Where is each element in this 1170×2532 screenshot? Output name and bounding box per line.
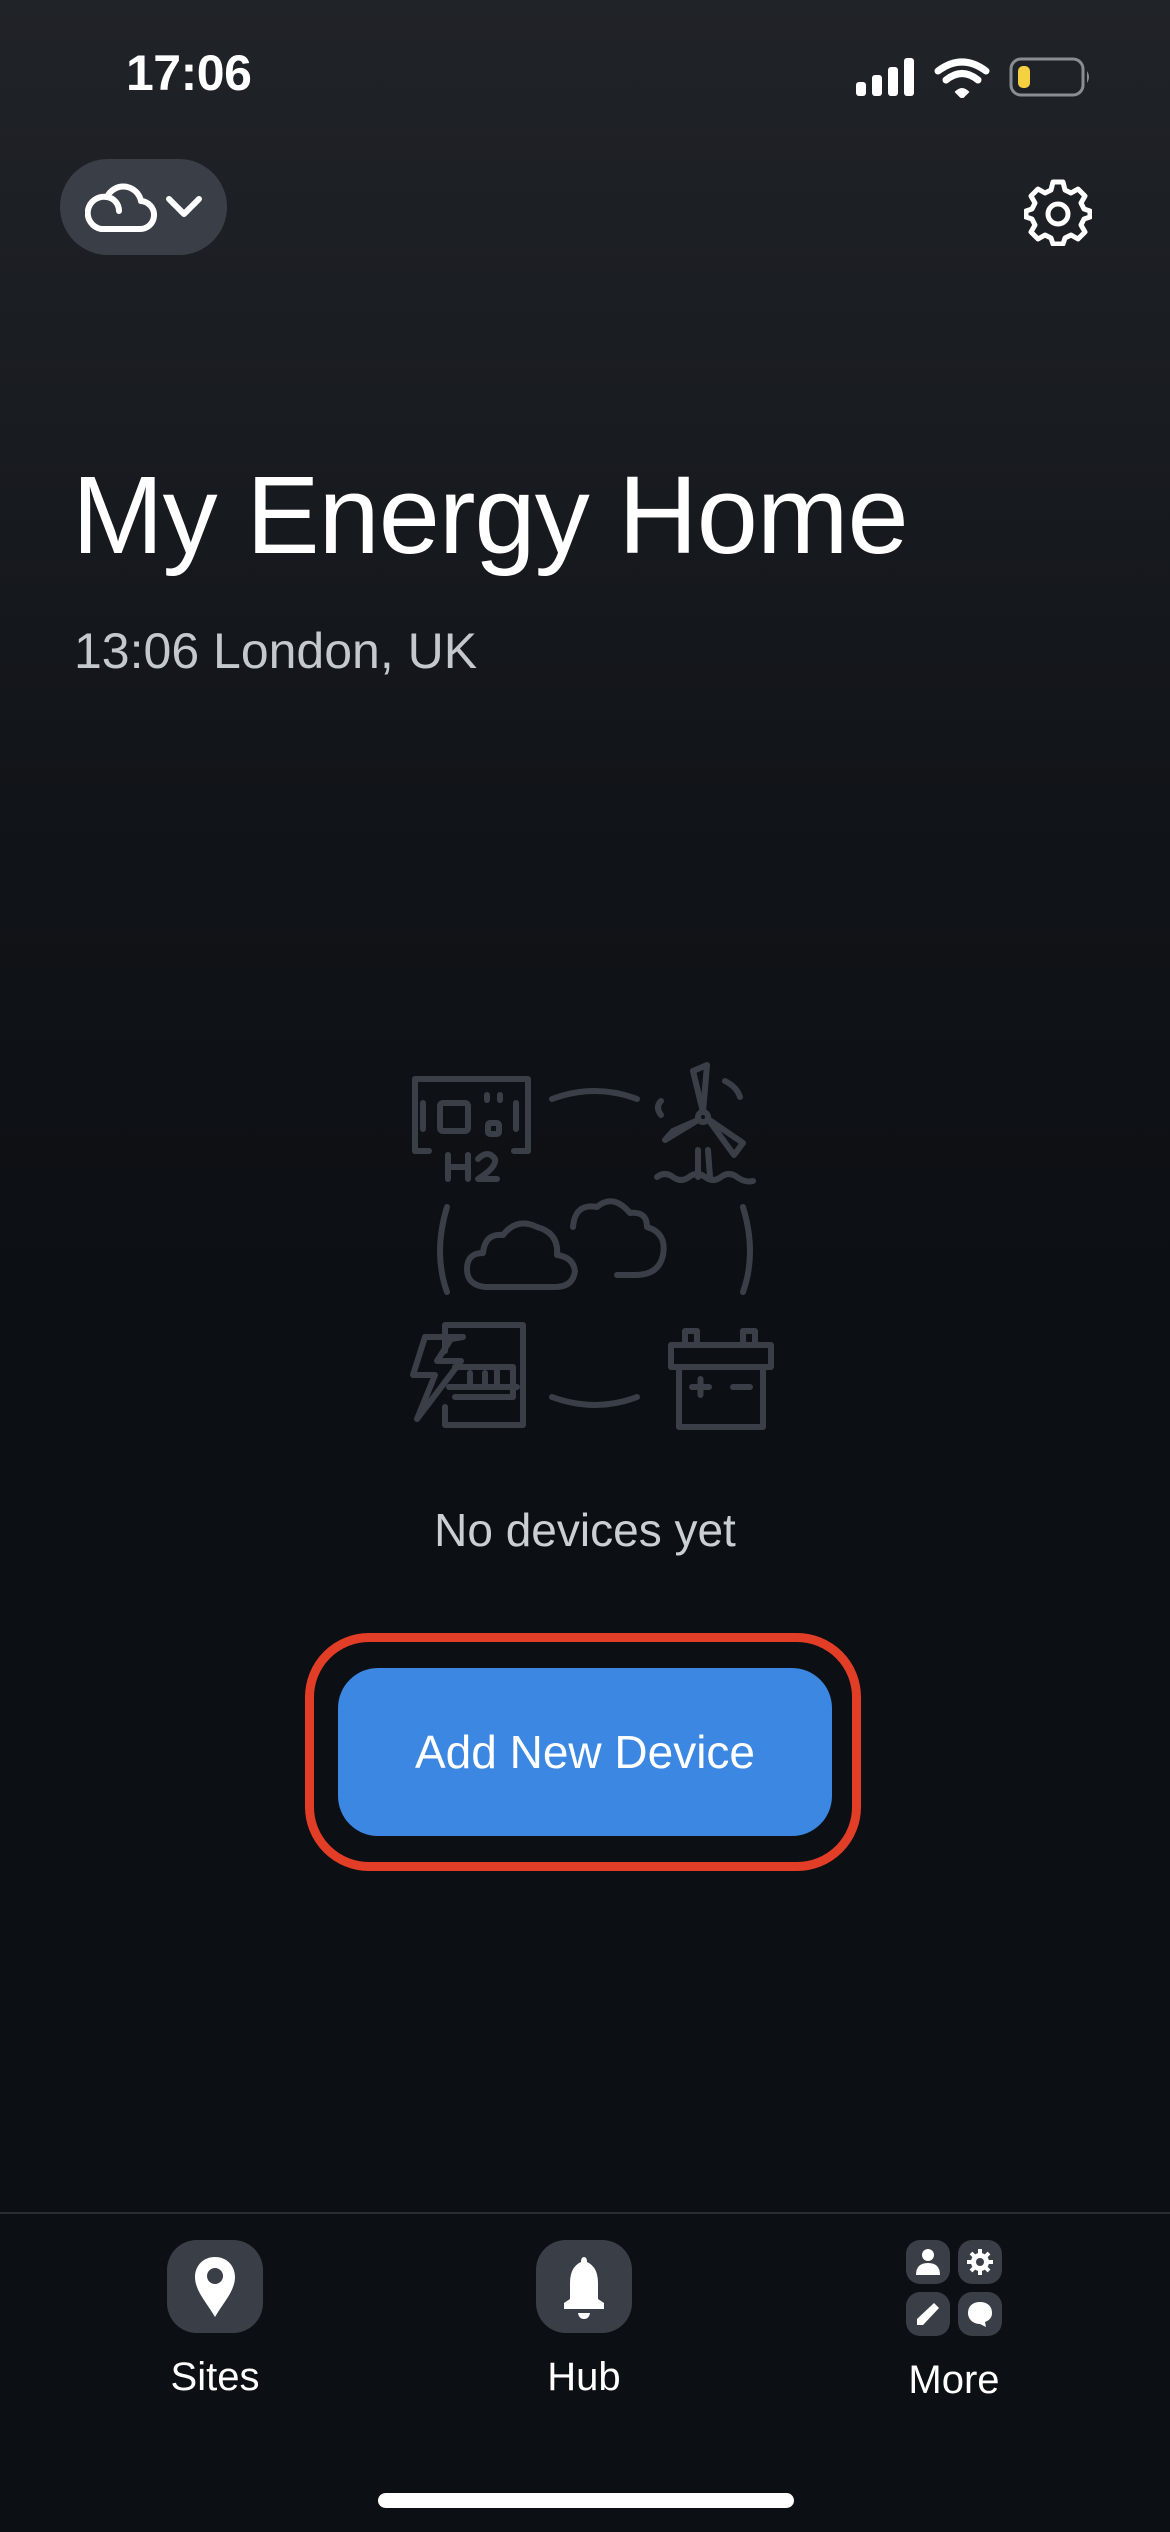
tab-more-label: More [908, 2358, 1000, 2402]
tab-more[interactable]: More [844, 2240, 1064, 2402]
bell-icon [564, 2256, 604, 2319]
connector-arc-right [740, 1204, 753, 1295]
empty-state-message: No devices yet [434, 1504, 736, 1556]
wifi-icon [934, 58, 990, 98]
tab-sites[interactable]: Sites [105, 2240, 325, 2400]
hydrogen-h2-icon [412, 1076, 531, 1182]
chevron-down-icon [165, 196, 202, 217]
tab-hub[interactable]: Hub [474, 2240, 694, 2400]
energy-illustration [410, 1062, 774, 1430]
more-chat-cell [958, 2292, 1002, 2336]
more-settings-cell [958, 2240, 1002, 2284]
more-user-cell [906, 2240, 950, 2284]
cloud-mode-selector[interactable] [60, 159, 227, 255]
site-title: My Energy Home [72, 454, 909, 577]
more-edit-cell [906, 2292, 950, 2336]
battery-icon [668, 1328, 774, 1430]
user-icon [916, 2249, 940, 2275]
gear-small-icon [967, 2249, 993, 2275]
tab-hub-label: Hub [547, 2355, 621, 2399]
battery-low-icon [1009, 57, 1089, 97]
site-local-time-location: 13:06 London, UK [74, 623, 478, 679]
map-pin-icon [195, 2256, 235, 2317]
connector-arc-top [549, 1088, 640, 1102]
tab-hub-icon-box [536, 2240, 632, 2333]
chat-bubble-icon [968, 2302, 992, 2327]
home-indicator[interactable] [378, 2493, 794, 2508]
cellular-signal-icon [856, 58, 914, 96]
status-time: 17:06 [126, 45, 252, 101]
pencil-icon [917, 2303, 939, 2325]
gear-icon[interactable] [1024, 178, 1092, 246]
wind-turbine-icon [654, 1062, 756, 1185]
more-grid-icon [906, 2240, 1002, 2336]
energy-meter-icon [410, 1322, 526, 1428]
connector-arc-left [437, 1204, 450, 1295]
add-new-device-button[interactable]: Add New Device [338, 1668, 832, 1836]
tab-sites-label: Sites [170, 2355, 260, 2399]
tab-bar-divider [0, 2212, 1170, 2214]
cloud-icon [84, 183, 157, 233]
tab-sites-icon-box [167, 2240, 263, 2333]
cloud-icon [464, 1198, 667, 1290]
status-icons [856, 57, 1089, 98]
connector-arc-bottom [549, 1394, 640, 1408]
